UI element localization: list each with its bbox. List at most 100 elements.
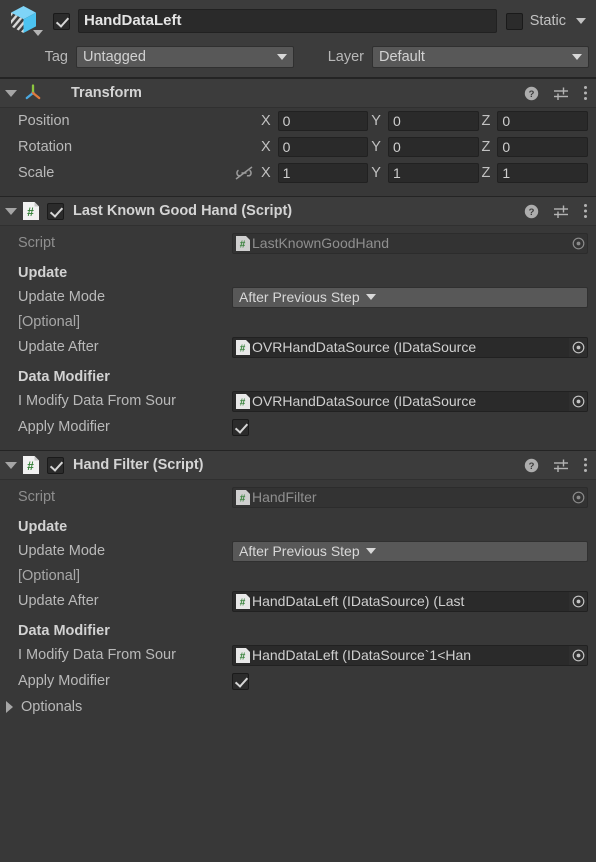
link-broken-icon[interactable] [232,164,258,182]
optionals-foldout-arrow-icon[interactable] [6,701,13,713]
layer-value: Default [379,49,425,65]
gameobject-name-row: HandDataLeft Static [0,0,596,42]
modify-source-row: I Modify Data From Sour # HandDataLeft (… [0,642,596,668]
component-foldout-arrow-icon[interactable] [5,207,17,215]
apply-modifier-row: Apply Modifier [0,668,596,694]
update-mode-value: After Previous Step [239,543,360,559]
gameobject-enabled-checkbox[interactable] [53,12,70,30]
component-header-icons: ? [524,203,588,219]
script-object-field: # LastKnownGoodHand [232,232,588,254]
svg-text:?: ? [529,89,535,100]
component-header-last-known-good-hand[interactable]: # Last Known Good Hand (Script) ? [0,196,596,226]
update-after-value: HandDataLeft (IDataSource) (Last [252,593,465,609]
axis-y-label: Y [371,165,381,181]
component-title: Last Known Good Hand (Script) [73,203,293,219]
preset-icon[interactable] [553,458,569,473]
scale-x-input[interactable]: 1 [277,163,369,183]
component-body-last-known-good-hand: Script # LastKnownGoodHand Update Update… [0,226,596,450]
script-icon: # [236,489,250,505]
component-foldout-arrow-icon[interactable] [5,461,17,469]
kebab-menu-icon[interactable] [583,203,588,219]
cube-icon[interactable] [6,3,43,39]
transform-component-header[interactable]: Transform ? [0,78,596,108]
chevron-down-icon [365,548,376,554]
apply-modifier-checkbox[interactable] [232,418,249,436]
svg-text:#: # [27,459,34,473]
modify-source-label: I Modify Data From Sour [18,647,176,663]
rotation-y-input[interactable]: 0 [387,137,479,157]
apply-modifier-label: Apply Modifier [18,419,110,435]
update-after-object-field[interactable]: # OVRHandDataSource (IDataSource [232,336,588,358]
object-picker-icon[interactable] [569,391,587,411]
update-after-value: OVRHandDataSource (IDataSource [252,339,477,355]
kebab-menu-icon[interactable] [583,457,588,473]
static-checkbox[interactable] [505,12,523,30]
transform-rotation-row: Rotation X 0 Y 0 Z 0 [0,134,596,160]
scale-y-input[interactable]: 1 [387,163,479,183]
svg-text:#: # [240,651,246,662]
update-mode-value: After Previous Step [239,289,360,305]
component-title: Hand Filter (Script) [73,457,204,473]
update-mode-row: Update Mode After Previous Step [0,284,596,310]
svg-text:#: # [240,597,246,608]
svg-text:#: # [240,397,246,408]
update-after-object-field[interactable]: # HandDataLeft (IDataSource) (Last [232,590,588,612]
tag-layer-row: Tag Untagged Layer Default [0,42,596,72]
help-icon[interactable]: ? [524,86,539,101]
position-z-input[interactable]: 0 [497,111,588,131]
kebab-menu-icon[interactable] [583,85,588,101]
static-label: Static [529,13,566,29]
help-icon[interactable]: ? [524,204,539,219]
object-picker-icon[interactable] [569,591,587,611]
axis-y-label: Y [371,139,381,155]
unity-inspector-panel: HandDataLeft Static Tag Untagged Layer D… [0,0,596,862]
object-picker-icon[interactable] [569,337,587,357]
rotation-label: Rotation [18,139,73,155]
object-picker-icon [569,488,587,507]
update-after-row: Update After # OVRHandDataSource (IDataS… [0,334,596,360]
modify-source-value: HandDataLeft (IDataSource`1<Han [252,647,472,663]
transform-axis-icon [23,83,43,103]
modify-source-label: I Modify Data From Sour [18,393,176,409]
position-x-input[interactable]: 0 [277,111,369,131]
layer-label: Layer [327,49,364,65]
scale-z-input[interactable]: 1 [497,163,588,183]
optionals-foldout-row[interactable]: Optionals [0,694,596,720]
tag-dropdown[interactable]: Untagged [76,46,294,68]
script-icon: # [23,202,39,220]
object-picker-icon [569,234,587,253]
apply-modifier-row: Apply Modifier [0,414,596,440]
axis-z-label: Z [481,113,491,129]
script-icon: # [236,393,250,409]
transform-foldout-arrow-icon[interactable] [5,89,17,97]
preset-icon[interactable] [553,86,569,101]
modify-source-object-field[interactable]: # HandDataLeft (IDataSource`1<Han [232,644,588,666]
script-label: Script [18,235,56,251]
tag-label: Tag [44,49,68,65]
script-row: Script # HandFilter [0,484,596,510]
layer-dropdown[interactable]: Default [372,46,589,68]
update-mode-dropdown[interactable]: After Previous Step [232,286,588,308]
axis-x-label: X [261,113,271,129]
static-dropdown-caret-icon[interactable] [576,18,586,24]
cube-icon-caret[interactable] [33,30,43,36]
modify-source-object-field[interactable]: # OVRHandDataSource (IDataSource [232,390,588,412]
component-enabled-checkbox[interactable] [47,456,64,474]
rotation-z-input[interactable]: 0 [497,137,588,157]
component-enabled-checkbox[interactable] [47,202,64,220]
svg-text:#: # [240,493,246,504]
update-mode-dropdown[interactable]: After Previous Step [232,540,588,562]
gameobject-name-input[interactable]: HandDataLeft [78,9,497,33]
object-picker-icon[interactable] [569,645,587,665]
svg-text:#: # [27,205,34,219]
preset-icon[interactable] [553,204,569,219]
apply-modifier-checkbox[interactable] [232,672,249,690]
help-icon[interactable]: ? [524,458,539,473]
position-label: Position [18,113,70,129]
script-icon: # [236,647,250,663]
rotation-x-input[interactable]: 0 [277,137,369,157]
transform-title: Transform [71,85,142,101]
position-y-input[interactable]: 0 [387,111,479,131]
component-header-hand-filter[interactable]: # Hand Filter (Script) ? [0,450,596,480]
update-after-label: Update After [18,339,99,355]
